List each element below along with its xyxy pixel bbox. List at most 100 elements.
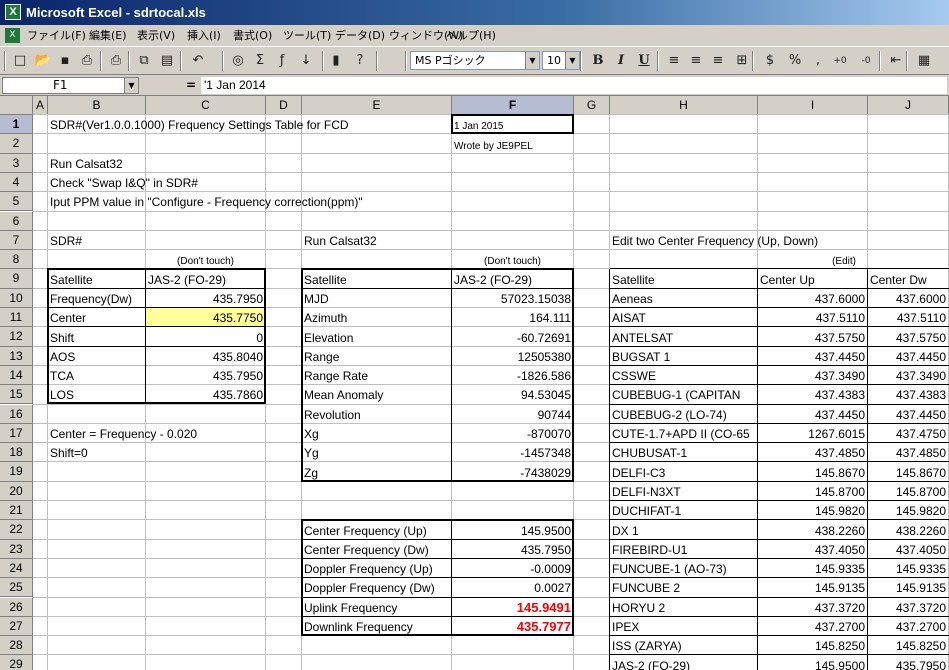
menu-item-6[interactable]: データ(D) [335, 25, 385, 46]
sat-name-15[interactable]: FUNCUBE 2 [610, 578, 757, 596]
sat-dw-6[interactable]: 437.4450 [868, 405, 948, 423]
row-header-3[interactable]: 3 [0, 153, 33, 173]
sat-name-3[interactable]: BUGSAT 1 [610, 347, 757, 365]
row-header-13[interactable]: 13 [0, 346, 33, 366]
cell-f1[interactable]: 1 Jan 2015 [452, 115, 573, 133]
freq-value-2[interactable]: -0.0009 [452, 559, 573, 577]
cell-b3[interactable]: Run Calsat32 [48, 154, 288, 172]
sat-name-9[interactable]: DELFI-C3 [610, 462, 757, 480]
sat-dw-12[interactable]: 438.2260 [868, 520, 948, 538]
sdr-label-4[interactable]: AOS [48, 347, 145, 365]
sat-name-14[interactable]: FUNCUBE-1 (AO-73) [610, 559, 757, 577]
calsat-value-1[interactable]: 57023.15038 [452, 289, 573, 307]
row-header-24[interactable]: 24 [0, 558, 33, 579]
sat-name-17[interactable]: IPEX [610, 617, 757, 635]
cell-b17[interactable]: Center = Frequency - 0.020 [48, 424, 268, 442]
autosum-icon[interactable]: Σ [250, 51, 270, 71]
sat-up-2[interactable]: 437.5750 [758, 327, 867, 345]
formula-input[interactable]: '1 Jan 2014 [201, 77, 947, 94]
sat-dw-19[interactable]: 435.7950 [868, 655, 948, 670]
chevron-down-icon[interactable]: ▼ [565, 52, 579, 69]
row-header-1[interactable]: 1 [0, 115, 33, 135]
sat-up-4[interactable]: 437.3490 [758, 366, 867, 384]
cell-h7[interactable]: Edit two Center Frequency (Up, Down) [610, 231, 910, 249]
increase-decimal-icon[interactable]: +0 [830, 51, 850, 71]
calsat-value-6[interactable]: 94.53045 [452, 385, 573, 403]
menu-item-1[interactable]: 編集(E) [89, 25, 127, 46]
indent-icon[interactable]: ⇤ [886, 51, 906, 71]
freq-label-2[interactable]: Doppler Frequency (Up) [302, 559, 451, 577]
sat-dw-16[interactable]: 437.3720 [868, 598, 948, 616]
row-header-27[interactable]: 27 [0, 616, 33, 637]
decrease-decimal-icon[interactable]: -0 [856, 51, 876, 71]
row-header-10[interactable]: 10 [0, 288, 33, 308]
sat-name-5[interactable]: CUBEBUG-1 (CAPITAN [610, 385, 757, 403]
font-size-select[interactable]: 10 ▼ [542, 51, 580, 70]
sat-dw-14[interactable]: 145.9335 [868, 559, 948, 577]
calsat-label-4[interactable]: Range [302, 347, 451, 365]
column-header-D[interactable]: D [266, 96, 302, 115]
column-header-F[interactable]: F [452, 96, 574, 115]
align-left-icon[interactable]: ≡ [664, 51, 684, 71]
freq-value-4[interactable]: 145.9491 [452, 598, 573, 616]
column-header-E[interactable]: E [302, 96, 452, 115]
freq-label-3[interactable]: Doppler Frequency (Dw) [302, 578, 451, 596]
sat-up-15[interactable]: 145.9135 [758, 578, 867, 596]
row-header-17[interactable]: 17 [0, 423, 33, 444]
sat-up-0[interactable]: 437.6000 [758, 289, 867, 307]
sat-name-19[interactable]: JAS-2 (FO-29) [610, 655, 757, 670]
sat-up-1[interactable]: 437.5110 [758, 308, 867, 326]
row-header-8[interactable]: 8 [0, 250, 33, 270]
sat-dw-1[interactable]: 437.5110 [868, 308, 948, 326]
row-header-29[interactable]: 29 [0, 655, 33, 670]
row-header-6[interactable]: 6 [0, 211, 33, 231]
percent-icon[interactable]: % [785, 51, 805, 71]
calsat-value-9[interactable]: -1457348 [452, 443, 573, 461]
hyperlink-icon[interactable]: ◎ [228, 51, 248, 71]
row-header-2[interactable]: 2 [0, 134, 33, 154]
sat-name-12[interactable]: DX 1 [610, 520, 757, 538]
sat-dw-9[interactable]: 145.8670 [868, 462, 948, 480]
calsat-value-5[interactable]: -1826.586 [452, 366, 573, 384]
name-box-dropdown-icon[interactable]: ▼ [124, 78, 138, 93]
sat-dw-0[interactable]: 437.6000 [868, 289, 948, 307]
sdr-label-6[interactable]: LOS [48, 385, 145, 403]
calsat-value-7[interactable]: 90744 [452, 405, 573, 423]
cell-b5[interactable]: Iput PPM value in "Configure - Frequency… [48, 192, 468, 210]
sat-up-8[interactable]: 437.4850 [758, 443, 867, 461]
align-right-icon[interactable]: ≡ [708, 51, 728, 71]
sat-dw-7[interactable]: 437.4750 [868, 424, 948, 442]
font-name-select[interactable]: MS Pゴシック ▼ [410, 51, 540, 70]
sat-dw-15[interactable]: 145.9135 [868, 578, 948, 596]
column-header-I[interactable]: I [758, 96, 868, 115]
menu-item-4[interactable]: 書式(O) [233, 25, 272, 46]
calsat-label-5[interactable]: Range Rate [302, 366, 451, 384]
column-header-G[interactable]: G [574, 96, 610, 115]
freq-value-5[interactable]: 435.7977 [452, 617, 573, 635]
sdr-label-3[interactable]: Shift [48, 327, 145, 345]
column-header-A[interactable]: A [33, 96, 48, 115]
sat-name-13[interactable]: FIREBIRD-U1 [610, 540, 757, 558]
sdr-value-3[interactable]: 0 [146, 327, 265, 345]
sat-up-5[interactable]: 437.4383 [758, 385, 867, 403]
calsat-label-3[interactable]: Elevation [302, 327, 451, 345]
sat-up-14[interactable]: 145.9335 [758, 559, 867, 577]
calsat-label-10[interactable]: Zg [302, 462, 451, 480]
sdr-value-4[interactable]: 435.8040 [146, 347, 265, 365]
sat-dw-3[interactable]: 437.4450 [868, 347, 948, 365]
row-header-12[interactable]: 12 [0, 327, 33, 347]
column-header-C[interactable]: C [146, 96, 266, 115]
sdr-label-1[interactable]: Frequency(Dw) [48, 289, 145, 307]
workbook-icon[interactable]: X [5, 28, 20, 43]
row-header-22[interactable]: 22 [0, 520, 33, 540]
sat-name-1[interactable]: AISAT [610, 308, 757, 326]
sdr-label-5[interactable]: TCA [48, 366, 145, 384]
sat-up-6[interactable]: 437.4450 [758, 405, 867, 423]
sat-dw-4[interactable]: 437.3490 [868, 366, 948, 384]
calsat-label-9[interactable]: Yg [302, 443, 451, 461]
cell-b7[interactable]: SDR# [48, 231, 145, 249]
cell-b4[interactable]: Check "Swap I&Q" in SDR# [48, 173, 288, 191]
help-icon[interactable]: ? [350, 51, 370, 71]
sdr-value-5[interactable]: 435.7950 [146, 366, 265, 384]
sat-name-4[interactable]: CSSWE [610, 366, 757, 384]
